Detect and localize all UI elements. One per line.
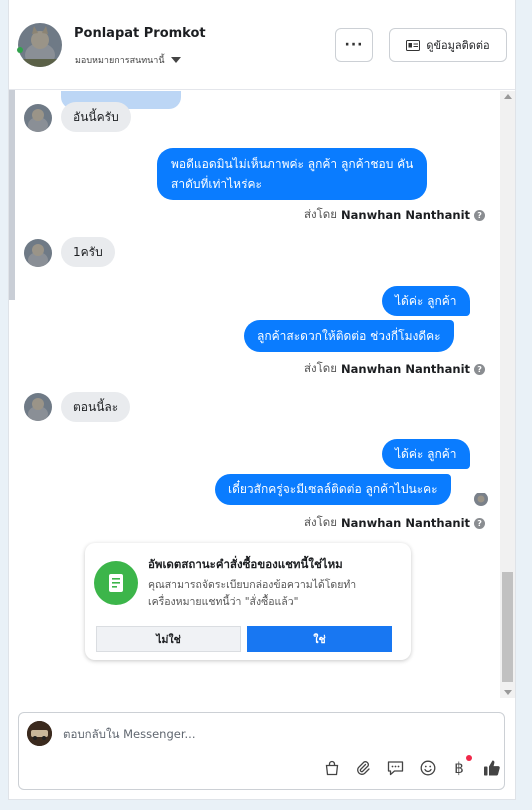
reply-input[interactable]: [63, 727, 463, 741]
incoming-message[interactable]: 1ครับ: [61, 237, 115, 267]
baht-glyph: ฿: [454, 759, 464, 777]
scroll-up-arrow-icon[interactable]: [504, 94, 512, 99]
sent-by-agent: Nanwhan Nanthanit: [341, 362, 471, 376]
paperclip-icon[interactable]: [352, 757, 374, 779]
sent-by-label: ส่งโดย Nanwhan Nanthanit ?: [304, 206, 486, 224]
page-avatar: [27, 721, 52, 746]
outgoing-message[interactable]: ลูกค้าสะดวกให้ติดต่อ ช่วงกี่โมงดีคะ: [244, 320, 454, 352]
scroll-down-arrow-icon[interactable]: [504, 690, 512, 695]
order-receipt-icon: [94, 561, 138, 605]
sent-by-label: ส่งโดย Nanwhan Nanthanit ?: [304, 514, 486, 532]
message-line: พอดีแอดมินไม่เห็นภาพค่ะ ลูกค้า ลูกค้าชอบ…: [171, 157, 414, 171]
notification-dot: [466, 755, 472, 761]
seen-indicator-avatar: [474, 492, 488, 506]
help-icon[interactable]: ?: [474, 363, 486, 375]
online-status-dot: [17, 47, 23, 53]
outgoing-message[interactable]: พอดีแอดมินไม่เห็นภาพค่ะ ลูกค้า ลูกค้าชอบ…: [157, 148, 428, 200]
incoming-message[interactable]: อันนี้ครับ: [61, 102, 131, 132]
help-icon[interactable]: ?: [474, 517, 486, 529]
order-status-prompt-card: อัพเดตสถานะคำสั่งซื้อของแชทนี้ใช่ไหม คุณ…: [85, 543, 411, 660]
assign-conversation-dropdown[interactable]: มอบหมายการสนทนานี้: [75, 53, 181, 67]
sent-by-prefix: ส่งโดย: [304, 515, 338, 529]
outgoing-message[interactable]: ได้ค่ะ ลูกค้า: [382, 439, 470, 469]
sent-by-label: ส่งโดย Nanwhan Nanthanit ?: [304, 360, 486, 378]
emoji-icon[interactable]: [417, 757, 439, 779]
card-description: คุณสามารถจัดระเบียบกล่องข้อความได้โดยทำเ…: [148, 579, 357, 608]
contact-name[interactable]: Ponlapat Promkot: [74, 26, 206, 41]
sent-by-agent: Nanwhan Nanthanit: [341, 208, 471, 222]
contact-avatar-small[interactable]: [24, 393, 52, 421]
scroll-thumb[interactable]: [502, 572, 513, 682]
sent-by-prefix: ส่งโดย: [304, 361, 338, 375]
thumbs-up-icon[interactable]: [481, 757, 503, 779]
no-button[interactable]: ไม่ใช่: [96, 626, 241, 652]
baht-payment-icon[interactable]: ฿: [448, 755, 472, 779]
incoming-message[interactable]: ตอนนี้ละ: [61, 392, 131, 422]
outgoing-message[interactable]: เดี๋ยวสักครู่จะมีเซลล์ติดต่อ ลูกค้าไปนะค…: [215, 474, 451, 505]
contact-avatar-small[interactable]: [24, 239, 52, 267]
more-options-button[interactable]: ···: [335, 28, 373, 62]
shopping-bag-icon[interactable]: [321, 757, 343, 779]
outgoing-message[interactable]: ได้ค่ะ ลูกค้า: [382, 286, 470, 316]
sent-by-agent: Nanwhan Nanthanit: [341, 516, 471, 530]
yes-button[interactable]: ใช่: [247, 626, 392, 652]
message-line: สาดับที่เท่าไหร่คะ: [171, 177, 262, 191]
view-contact-info-button[interactable]: ดูข้อมูลติดต่อ: [389, 28, 507, 62]
thread-scrollbar[interactable]: [500, 91, 515, 698]
reply-composer: ฿: [18, 712, 505, 790]
more-label: ···: [344, 37, 364, 53]
message-thread: อันนี้ครับ พอดีแอดมินไม่เห็นภาพค่ะ ลูกค้…: [9, 91, 515, 698]
chat-header: Ponlapat Promkot มอบหมายการสนทนานี้ ··· …: [9, 0, 515, 90]
contact-avatar-small[interactable]: [24, 104, 52, 132]
contact-avatar[interactable]: [18, 23, 62, 67]
sent-by-prefix: ส่งโดย: [304, 207, 338, 221]
contact-card-icon: [406, 39, 421, 51]
assign-label: มอบหมายการสนทนานี้: [75, 56, 165, 66]
contact-info-label: ดูข้อมูลติดต่อ: [426, 39, 490, 52]
caret-down-icon: [170, 57, 181, 63]
card-title: อัพเดตสถานะคำสั่งซื้อของแชทนี้ใช่ไหม: [148, 557, 343, 571]
help-icon[interactable]: ?: [474, 209, 486, 221]
chat-window: Ponlapat Promkot มอบหมายการสนทนานี้ ··· …: [8, 0, 516, 800]
saved-replies-icon[interactable]: [384, 757, 406, 779]
